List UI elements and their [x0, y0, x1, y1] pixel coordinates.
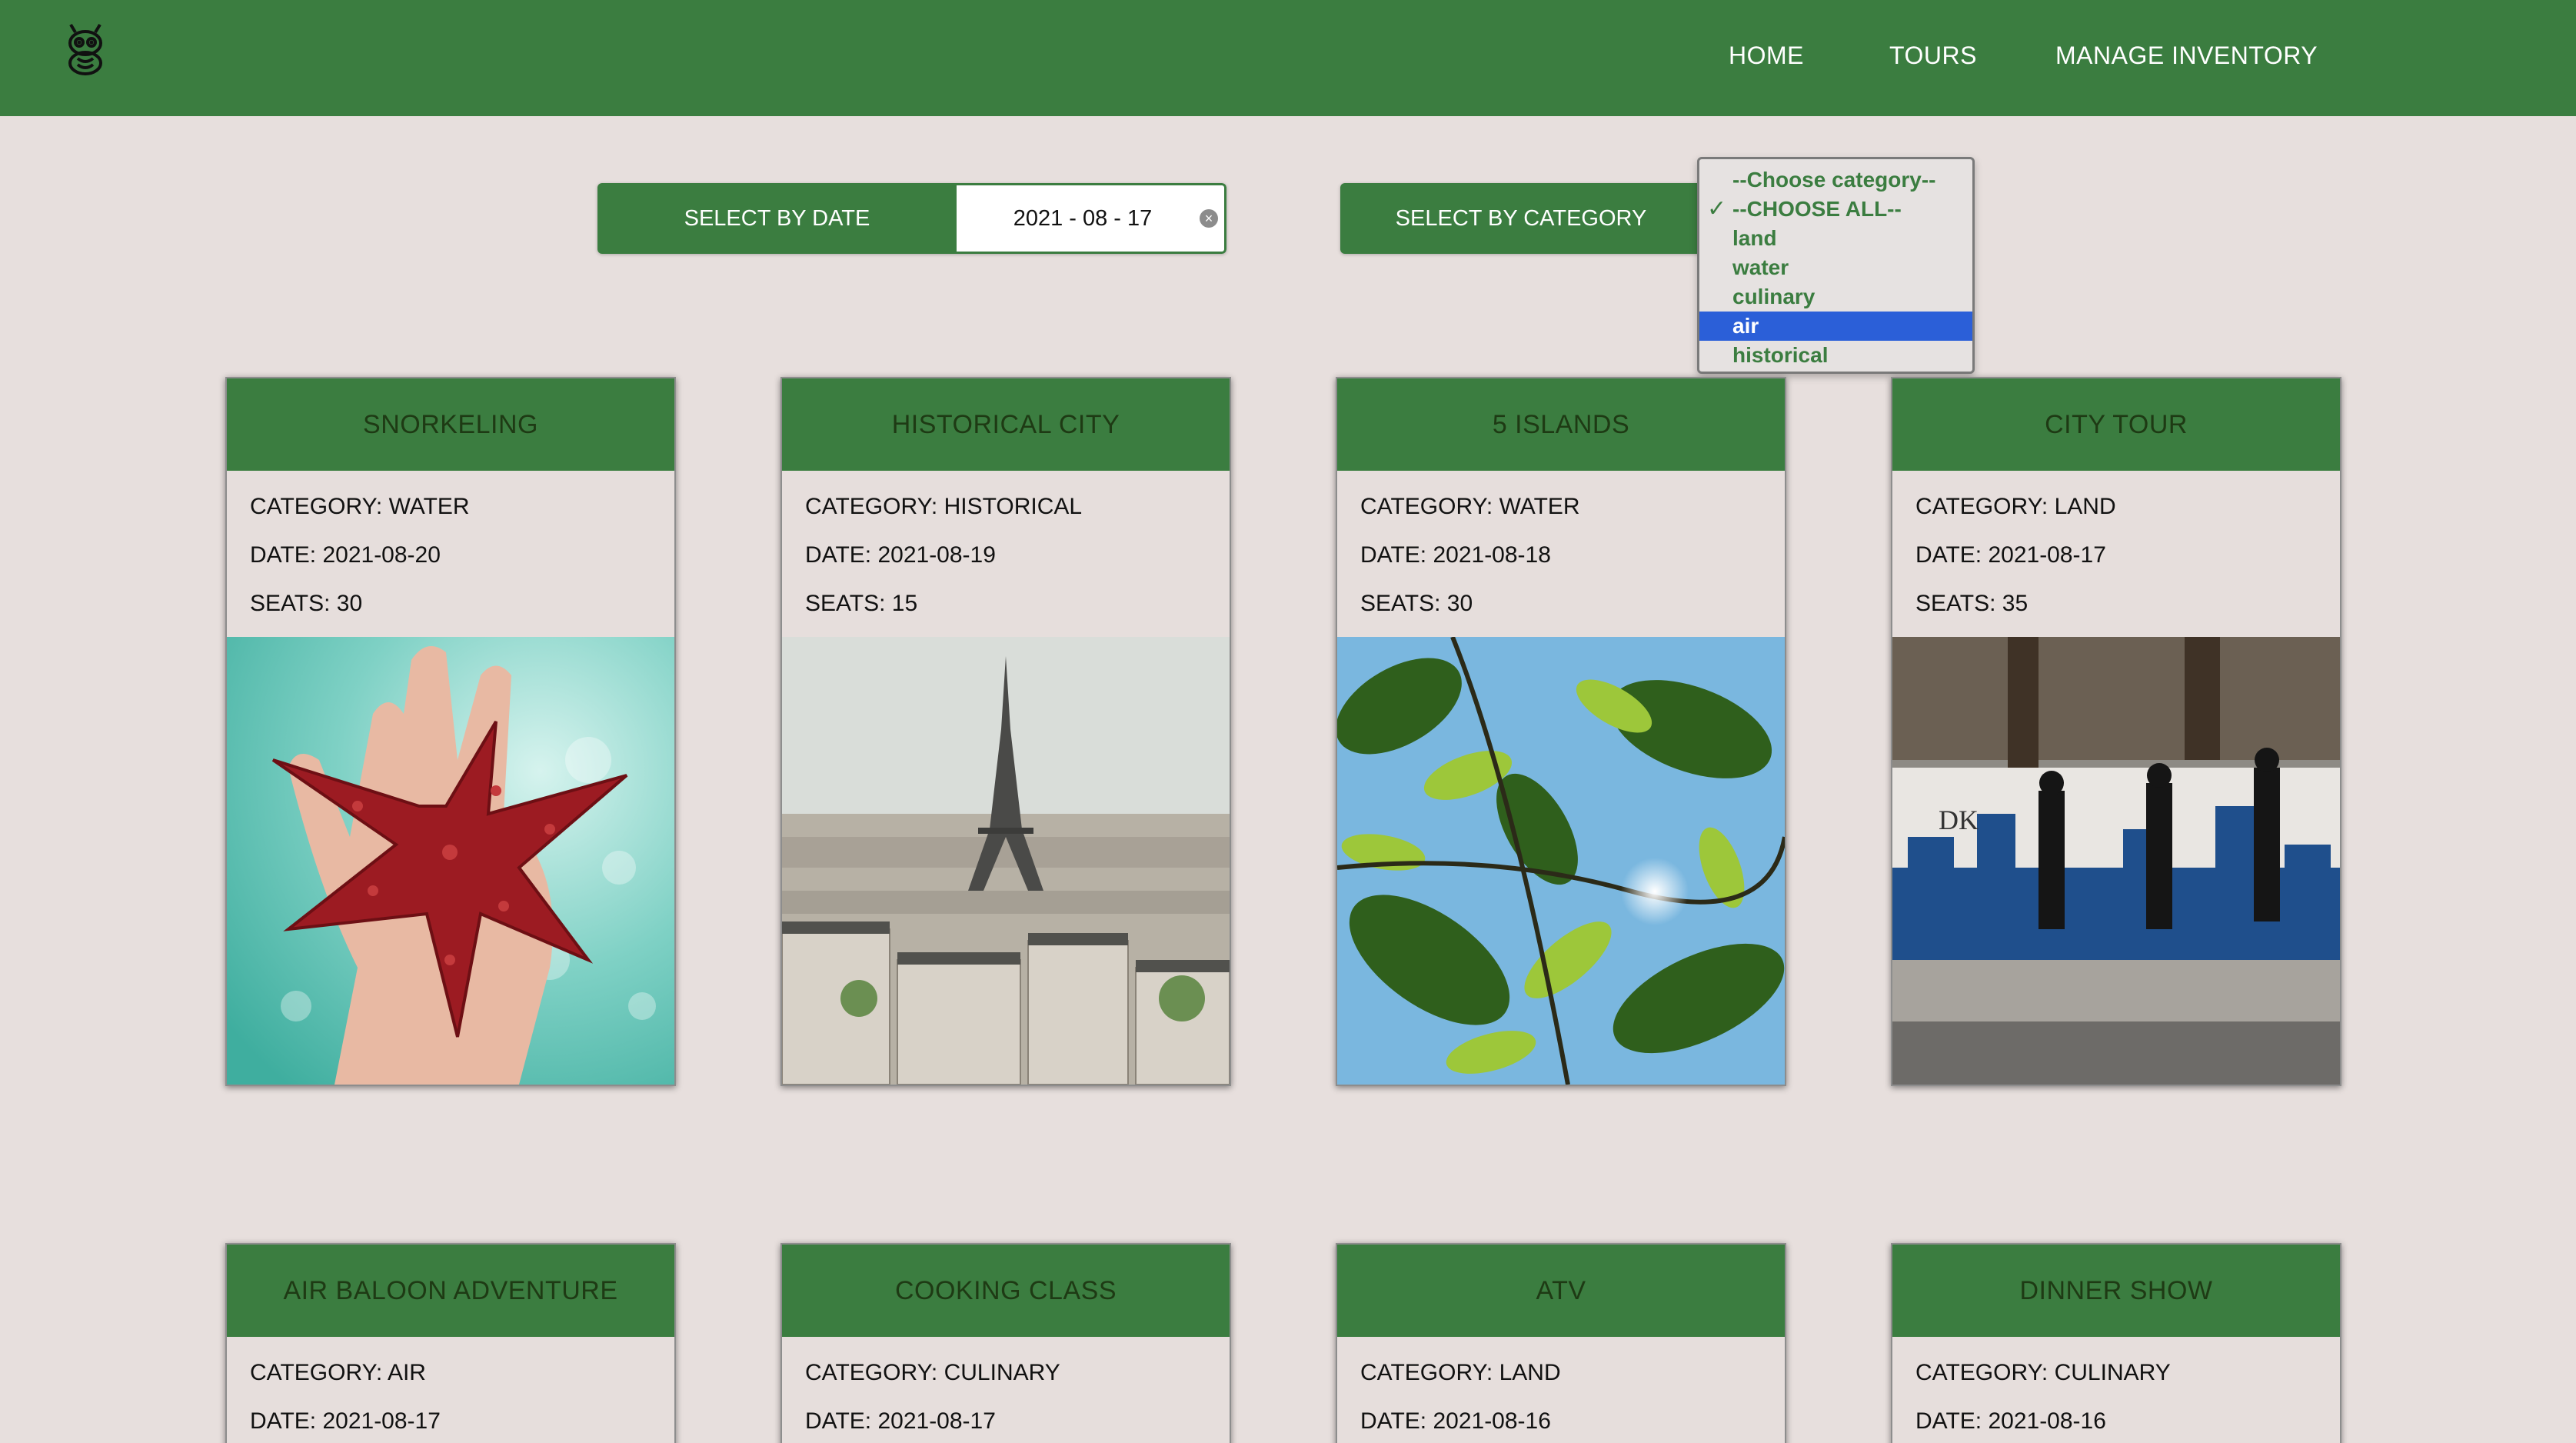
checkmark-icon: ✓	[1707, 196, 1727, 222]
card-info: CATEGORY: AIR DATE: 2021-08-17	[227, 1337, 674, 1443]
select-by-date-button[interactable]: SELECT BY DATE	[597, 183, 957, 254]
card-category: CATEGORY: HISTORICAL	[805, 494, 1083, 519]
card-seats: SEATS: 30	[250, 591, 363, 616]
card-info: CATEGORY: CULINARY DATE: 2021-08-17	[782, 1337, 1230, 1443]
date-value: 2021 - 08 - 17	[1013, 205, 1153, 231]
card-category: CATEGORY: LAND	[1915, 494, 2116, 519]
tour-card-snorkeling[interactable]: SNORKELING CATEGORY: WATER DATE: 2021-08…	[225, 377, 676, 1086]
owl-logo-icon[interactable]	[60, 20, 111, 77]
card-date: DATE: 2021-08-17	[250, 1408, 441, 1434]
dropdown-option-choose-all[interactable]: ✓ --CHOOSE ALL--	[1699, 195, 1972, 224]
tour-card-historical-city[interactable]: HISTORICAL CITY CATEGORY: HISTORICAL DAT…	[780, 377, 1231, 1086]
leaves-sunlight-photo	[1337, 637, 1785, 1085]
card-seats: SEATS: 35	[1915, 591, 2029, 616]
card-title: SNORKELING	[363, 409, 538, 439]
clear-icon[interactable]: ×	[1200, 209, 1218, 228]
card-date: DATE: 2021-08-20	[250, 542, 441, 568]
card-date: DATE: 2021-08-18	[1360, 542, 1551, 568]
card-header: SNORKELING	[227, 378, 674, 471]
card-seats: SEATS: 30	[1360, 591, 1473, 616]
card-header: COOKING CLASS	[782, 1245, 1230, 1337]
card-header: AIR BALOON ADVENTURE	[227, 1245, 674, 1337]
card-title: AIR BALOON ADVENTURE	[283, 1275, 618, 1305]
card-category: CATEGORY: LAND	[1360, 1360, 1561, 1385]
card-date: DATE: 2021-08-16	[1915, 1408, 2106, 1434]
card-info: CATEGORY: WATER DATE: 2021-08-20 SEATS: …	[227, 471, 674, 636]
card-header: DINNER SHOW	[1892, 1245, 2340, 1337]
eiffel-tower-photo	[782, 637, 1230, 1085]
tour-card-air-baloon-adventure[interactable]: AIR BALOON ADVENTURE CATEGORY: AIR DATE:…	[225, 1243, 676, 1443]
card-seats: SEATS: 15	[805, 591, 918, 616]
card-title: HISTORICAL CITY	[891, 409, 1120, 439]
card-title: ATV	[1536, 1275, 1586, 1305]
date-filter: SELECT BY DATE 2021 - 08 - 17 ×	[597, 183, 1226, 254]
card-date: DATE: 2021-08-16	[1360, 1408, 1551, 1434]
dropdown-option-historical[interactable]: historical	[1699, 341, 1972, 370]
card-category: CATEGORY: WATER	[250, 494, 470, 519]
category-dropdown[interactable]: --Choose category-- ✓ --CHOOSE ALL-- lan…	[1697, 157, 1975, 374]
category-filter: SELECT BY CATEGORY	[1340, 183, 1702, 254]
card-info: CATEGORY: CULINARY DATE: 2021-08-16	[1892, 1337, 2340, 1443]
card-header: CITY TOUR	[1892, 378, 2340, 471]
dropdown-option-water[interactable]: water	[1699, 253, 1972, 282]
tour-card-5-islands[interactable]: 5 ISLANDS CATEGORY: WATER DATE: 2021-08-…	[1336, 377, 1786, 1086]
card-header: ATV	[1337, 1245, 1785, 1337]
nav-manage-inventory-link[interactable]: MANAGE INVENTORY	[2055, 42, 2318, 70]
tour-card-atv[interactable]: ATV CATEGORY: LAND DATE: 2021-08-16	[1336, 1243, 1786, 1443]
tour-card-dinner-show[interactable]: DINNER SHOW CATEGORY: CULINARY DATE: 202…	[1891, 1243, 2341, 1443]
card-category: CATEGORY: AIR	[250, 1360, 426, 1385]
nav-home-link[interactable]: HOME	[1729, 42, 1804, 70]
street-mural-photo: DK	[1892, 637, 2340, 1085]
dropdown-option-land[interactable]: land	[1699, 224, 1972, 253]
card-info: CATEGORY: LAND DATE: 2021-08-17 SEATS: 3…	[1892, 471, 2340, 636]
select-by-category-button[interactable]: SELECT BY CATEGORY	[1340, 183, 1702, 254]
tour-card-cooking-class[interactable]: COOKING CLASS CATEGORY: CULINARY DATE: 2…	[780, 1243, 1231, 1443]
card-title: CITY TOUR	[2045, 409, 2188, 439]
card-category: CATEGORY: CULINARY	[805, 1360, 1060, 1385]
tour-card-city-tour[interactable]: CITY TOUR CATEGORY: LAND DATE: 2021-08-1…	[1891, 377, 2341, 1086]
starfish-photo	[227, 637, 674, 1085]
card-date: DATE: 2021-08-17	[1915, 542, 2106, 568]
dropdown-option-culinary[interactable]: culinary	[1699, 282, 1972, 312]
card-title: DINNER SHOW	[2019, 1275, 2213, 1305]
dropdown-option-choose-category[interactable]: --Choose category--	[1699, 165, 1972, 195]
card-date: DATE: 2021-08-19	[805, 542, 996, 568]
card-header: 5 ISLANDS	[1337, 378, 1785, 471]
card-category: CATEGORY: CULINARY	[1915, 1360, 2171, 1385]
dropdown-option-label: --CHOOSE ALL--	[1732, 197, 1902, 221]
card-info: CATEGORY: LAND DATE: 2021-08-16	[1337, 1337, 1785, 1443]
card-title: COOKING CLASS	[894, 1275, 1117, 1305]
svg-text:DK: DK	[1939, 805, 1979, 835]
dropdown-option-air[interactable]: air	[1699, 312, 1972, 341]
card-category: CATEGORY: WATER	[1360, 494, 1580, 519]
card-title: 5 ISLANDS	[1492, 409, 1630, 439]
card-header: HISTORICAL CITY	[782, 378, 1230, 471]
top-navbar: HOME TOURS MANAGE INVENTORY	[0, 0, 2576, 116]
card-date: DATE: 2021-08-17	[805, 1408, 996, 1434]
date-input[interactable]: 2021 - 08 - 17 ×	[957, 183, 1226, 254]
card-info: CATEGORY: WATER DATE: 2021-08-18 SEATS: …	[1337, 471, 1785, 636]
card-info: CATEGORY: HISTORICAL DATE: 2021-08-19 SE…	[782, 471, 1230, 636]
nav-tours-link[interactable]: TOURS	[1889, 42, 1977, 70]
